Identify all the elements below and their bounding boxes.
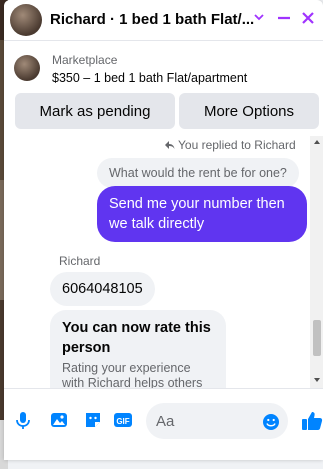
scroll-up-arrow[interactable] [314, 140, 320, 144]
rate-card-title: You can now rate this person [62, 320, 211, 356]
message-list: You replied to Richard What would the re… [4, 136, 310, 388]
minimize-icon[interactable] [276, 10, 292, 26]
mark-as-pending-button[interactable]: Mark as pending [15, 93, 175, 129]
chevron-down-icon[interactable] [252, 10, 266, 24]
photo-icon[interactable] [48, 409, 70, 431]
composer: GIF Aa [4, 388, 323, 460]
microphone-icon[interactable] [12, 409, 34, 431]
close-icon[interactable] [300, 10, 316, 26]
quoted-message[interactable]: What would the rent be for one? [97, 158, 299, 188]
sticker-icon[interactable] [82, 409, 104, 431]
chat-window: Richard · 1 bed 1 bath Flat/... Marketpl… [4, 0, 323, 460]
emoji-icon[interactable] [262, 413, 280, 431]
received-message[interactable]: 6064048105 [50, 272, 155, 306]
svg-text:GIF: GIF [116, 417, 129, 426]
thumbs-up-icon[interactable] [300, 409, 323, 433]
scroll-down-arrow[interactable] [314, 378, 320, 382]
reply-indicator: You replied to Richard [164, 138, 296, 152]
listing-title[interactable]: $350 – 1 bed 1 bath Flat/apartment [52, 71, 247, 85]
marketplace-label: Marketplace [52, 53, 118, 67]
listing-thumbnail[interactable] [14, 55, 40, 81]
avatar[interactable] [10, 4, 42, 36]
message-input-placeholder: Aa [156, 413, 175, 430]
scrollbar-thumb[interactable] [313, 320, 321, 356]
reply-indicator-text: You replied to Richard [178, 138, 296, 152]
rate-card-body: Rating your experience with Richard help… [62, 361, 203, 388]
chat-header[interactable]: Richard · 1 bed 1 bath Flat/... [4, 0, 323, 40]
more-options-button[interactable]: More Options [179, 93, 319, 129]
reply-icon [165, 141, 175, 149]
divider [4, 40, 323, 41]
sender-name: Richard [59, 254, 101, 268]
chat-title[interactable]: Richard · 1 bed 1 bath Flat/... [50, 11, 254, 28]
sent-message[interactable]: Send me your number then we talk directl… [97, 186, 307, 242]
rate-person-card[interactable]: You can now rate this person Rating your… [50, 310, 226, 388]
gif-icon[interactable]: GIF [112, 409, 134, 431]
